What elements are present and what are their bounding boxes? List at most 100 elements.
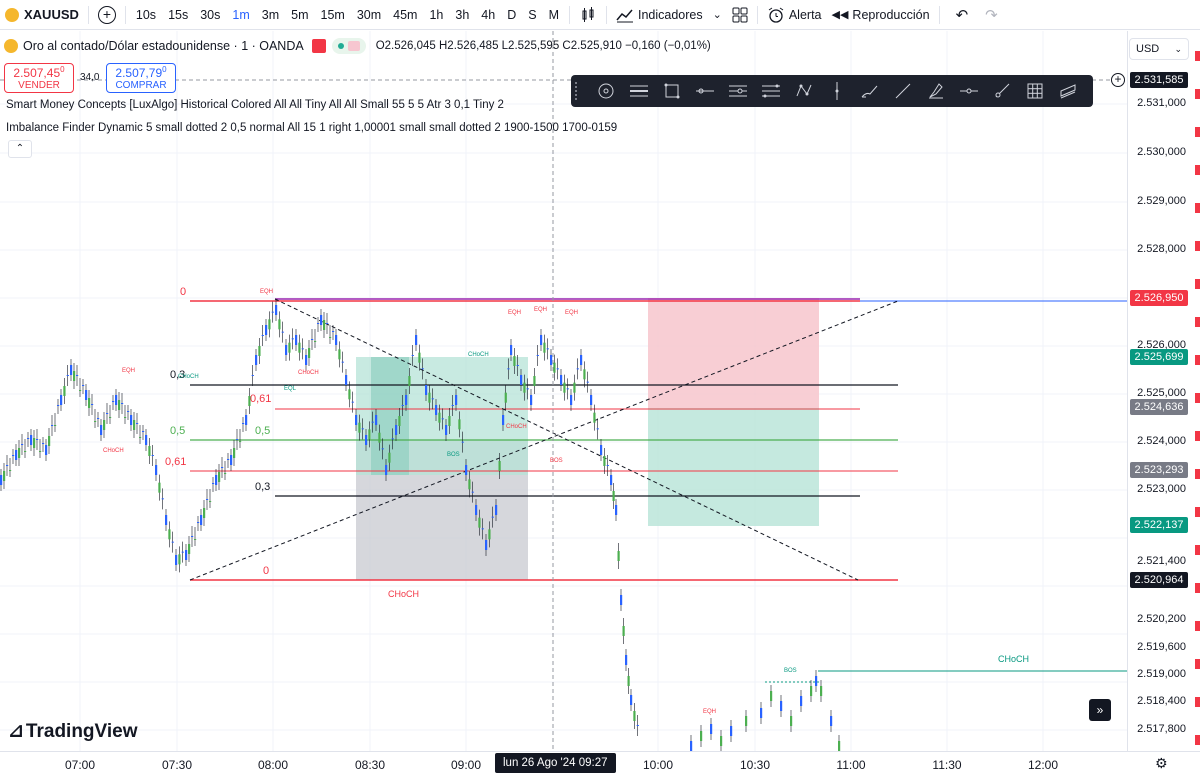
candle-body	[338, 349, 341, 360]
candle-body	[36, 439, 39, 440]
legend-title[interactable]: Oro al contado/Dólar estadounidense · 1 …	[23, 39, 304, 53]
tradingview-logo[interactable]: ⊿ TradingView	[8, 720, 138, 743]
candle-body	[475, 505, 478, 515]
candle-body	[358, 422, 361, 433]
timeframe-S[interactable]: S	[522, 0, 542, 30]
timeframe-5m[interactable]: 5m	[285, 0, 314, 30]
candle-body	[271, 311, 274, 313]
market-open-dot-icon	[337, 43, 344, 49]
flag-icon[interactable]	[311, 39, 326, 53]
candle-body	[230, 455, 233, 465]
candle-body	[60, 395, 63, 405]
eqh-label: EQH	[260, 289, 273, 295]
indicators-dropdown[interactable]: ⌄	[708, 0, 727, 30]
candle-body	[516, 365, 519, 366]
chart-pane[interactable]: 0 0,3 0,61 0,5 0,5 0,61 0,3 0 CHoCH CHoC…	[0, 31, 1127, 751]
timeframe-3m[interactable]: 3m	[256, 0, 285, 30]
price-axis-label: 2.519,000	[1137, 668, 1186, 680]
alert-marker	[1195, 659, 1200, 669]
buy-zone[interactable]	[648, 408, 819, 526]
candle-body	[573, 382, 576, 393]
divider	[124, 5, 126, 24]
candle-body	[6, 465, 9, 466]
highlighter-icon[interactable]	[919, 79, 952, 103]
price-axis[interactable]: 2.531,000 2.530,000 2.529,000 2.528,000 2.52…	[1127, 31, 1200, 751]
drag-handle[interactable]	[575, 82, 581, 100]
symbol-search[interactable]: XAUUSD	[0, 0, 84, 30]
sell-button[interactable]: 2.507,450 VENDER	[4, 63, 74, 93]
layouts-button[interactable]	[727, 0, 753, 30]
gann-grid-icon[interactable]	[1018, 79, 1051, 103]
timeframe-30s[interactable]: 30s	[194, 0, 226, 30]
brush-icon[interactable]	[853, 79, 886, 103]
buy-button[interactable]: 2.507,790 COMPRAR	[106, 63, 176, 93]
divider	[606, 5, 607, 24]
rectangle-icon[interactable]	[655, 79, 688, 103]
candle-body	[523, 382, 526, 393]
sell-zone[interactable]	[648, 298, 819, 408]
candle-body	[830, 716, 833, 726]
candle-body	[57, 405, 60, 406]
timeframe-10s[interactable]: 10s	[130, 0, 162, 30]
timeframe-1m[interactable]: 1m	[226, 0, 255, 30]
candle-body	[261, 335, 264, 336]
undo-button[interactable]: ↶	[944, 0, 981, 30]
timeframe-15m[interactable]: 15m	[315, 0, 351, 30]
add-symbol-button[interactable]: +	[93, 0, 121, 30]
currency-selector[interactable]: USD ⌄	[1129, 38, 1189, 60]
price-axis-label: 2.519,600	[1137, 641, 1186, 653]
collapse-legend-button[interactable]: ⌃	[8, 140, 32, 158]
wave-icon	[347, 41, 360, 51]
timeframe-45m[interactable]: 45m	[387, 0, 423, 30]
price-line-icon[interactable]	[952, 79, 985, 103]
candle-body	[563, 382, 566, 393]
time-axis[interactable]: 07:00 07:30 08:00 08:30 09:00 10:00 10:30 11:00…	[0, 751, 1200, 778]
timeframe-M[interactable]: M	[543, 0, 565, 30]
indicators-label: Indicadores	[638, 7, 703, 22]
line-style-icon[interactable]	[622, 79, 655, 103]
candle-body	[543, 342, 546, 353]
candle-body	[239, 441, 242, 442]
alert-button[interactable]: Alerta	[762, 0, 827, 30]
add-alert-plus-button[interactable]: +	[1111, 73, 1125, 87]
template-icon[interactable]	[589, 79, 622, 103]
trend-line-icon[interactable]	[886, 79, 919, 103]
pattern-icon[interactable]	[787, 79, 820, 103]
scroll-to-realtime-button[interactable]: »	[1089, 699, 1111, 721]
timeframe-D[interactable]: D	[501, 0, 522, 30]
chart-settings-gear-icon[interactable]: ⚙	[1155, 755, 1168, 772]
parallel-channel-icon[interactable]	[721, 79, 754, 103]
market-status-pill[interactable]	[331, 38, 366, 54]
indicator-smc[interactable]: Smart Money Concepts [LuxAlgo] Historica…	[6, 99, 504, 111]
redo-button[interactable]: ↷	[980, 0, 1003, 30]
fib-retracement-icon[interactable]	[754, 79, 787, 103]
chart-type-button[interactable]	[574, 0, 602, 30]
volume-profile-icon[interactable]	[1051, 79, 1084, 103]
chart-canvas[interactable]: 0 0,3 0,61 0,5 0,5 0,61 0,3 0 CHoCH CHoC…	[0, 31, 1127, 751]
alert-marker	[1195, 165, 1200, 175]
choch-label: CHoCH	[506, 424, 527, 430]
horizontal-line-icon[interactable]	[688, 79, 721, 103]
timeframe-4h[interactable]: 4h	[475, 0, 501, 30]
candle-body	[700, 731, 703, 741]
timeframe-30m[interactable]: 30m	[351, 0, 387, 30]
price-tag: 2.531,585	[1130, 72, 1188, 88]
ray-icon[interactable]	[985, 79, 1018, 103]
price-axis-label: 2.523,000	[1137, 483, 1186, 495]
time-axis-label: 12:00	[1027, 758, 1059, 772]
timeframe-1h[interactable]: 1h	[423, 0, 449, 30]
timeframe-15s[interactable]: 15s	[162, 0, 194, 30]
chevron-up-icon: ⌃	[15, 143, 25, 154]
vertical-line-icon[interactable]	[820, 79, 853, 103]
replay-button[interactable]: ◀◀ Reproducción	[827, 0, 935, 30]
candle-body	[375, 415, 378, 425]
timeframe-3h[interactable]: 3h	[449, 0, 475, 30]
divider	[87, 5, 89, 24]
candle-body	[800, 696, 803, 706]
indicators-button[interactable]: Indicadores	[611, 0, 708, 30]
divider	[569, 5, 570, 24]
indicator-imbalance[interactable]: Imbalance Finder Dynamic 5 small dotted …	[6, 122, 617, 134]
alert-label: Alerta	[788, 7, 822, 22]
alert-marker	[1195, 203, 1200, 213]
ohlc-values: O2.526,045 H2.526,485 L2.525,595 C2.525,…	[375, 40, 711, 52]
